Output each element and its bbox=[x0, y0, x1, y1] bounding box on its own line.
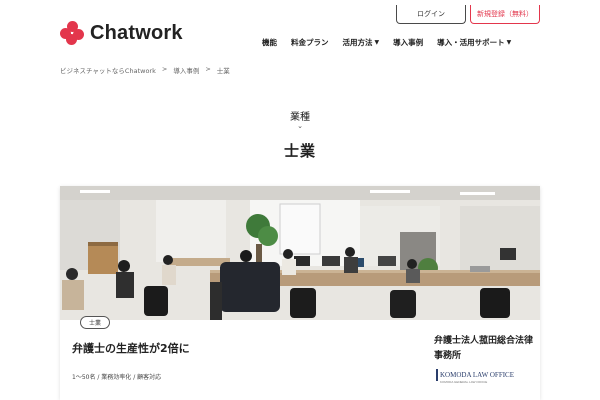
nav-item-support[interactable]: 導入・活用サポート ▼ bbox=[437, 37, 511, 48]
chatwork-logo-icon bbox=[60, 21, 86, 45]
chatwork-logo[interactable]: Chatwork bbox=[60, 21, 183, 45]
company-logo-image: KOMODA LAW OFFICE KOMODA GENERAL LAW OFF… bbox=[436, 369, 514, 384]
main-nav: 機能 料金プラン 活用方法 ▼ 導入事例 導入・活用サポート ▼ bbox=[262, 37, 511, 48]
breadcrumb: ビジネスチャットならChatwork > 導入事例 > 士業 bbox=[60, 65, 230, 75]
chevron-down-icon: ▼ bbox=[506, 39, 512, 46]
nav-item-label: 活用方法 bbox=[342, 38, 373, 47]
nav-item-pricing[interactable]: 料金プラン bbox=[291, 37, 329, 48]
office-photo bbox=[60, 186, 540, 320]
industry-tag: 士業 bbox=[80, 316, 110, 329]
page-title: 士業 bbox=[283, 142, 316, 160]
company-logo-subtext: KOMODA GENERAL LAW OFFICE bbox=[440, 380, 487, 384]
case-meta: 1〜50名 / 業務効率化 / 顧客対応 bbox=[72, 374, 162, 381]
nav-item-case-studies[interactable]: 導入事例 bbox=[393, 37, 423, 48]
breadcrumb-separator: > bbox=[205, 65, 211, 73]
nav-item-label: 導入事例 bbox=[393, 38, 424, 47]
signup-button[interactable]: 新規登録（無料） bbox=[470, 5, 540, 24]
nav-item-label: 機能 bbox=[262, 38, 277, 47]
breadcrumb-separator: > bbox=[161, 65, 168, 73]
breadcrumb-item-home[interactable]: ビジネスチャットならChatwork bbox=[60, 65, 156, 75]
office-photo-image bbox=[60, 186, 540, 320]
nav-item-label: 導入・活用サポート bbox=[437, 38, 505, 47]
chevron-down-icon: ⌄ bbox=[297, 122, 303, 130]
case-title[interactable]: 弁護士の生産性が2倍に bbox=[72, 340, 190, 356]
nav-item-usage[interactable]: 活用方法 ▼ bbox=[343, 37, 380, 48]
login-button[interactable]: ログイン bbox=[396, 5, 466, 24]
site-header: Chatwork ログイン 新規登録（無料） 機能 料金プラン 活用方法 ▼ 導… bbox=[0, 0, 600, 60]
category-label: 業種 bbox=[290, 112, 310, 123]
company-logo-text: KOMODA LAW OFFICE bbox=[440, 371, 514, 379]
breadcrumb-item-current: 士業 bbox=[216, 67, 230, 75]
breadcrumb-item-case-studies[interactable]: 導入事例 bbox=[173, 65, 199, 75]
nav-item-features[interactable]: 機能 bbox=[262, 37, 277, 48]
logo-text: Chatwork bbox=[90, 21, 183, 44]
chevron-down-icon: ▼ bbox=[374, 39, 380, 46]
company-logo: KOMODA LAW OFFICE KOMODA GENERAL LAW OFF… bbox=[436, 367, 516, 385]
company-name: 弁護士法人菰田総合法律事務所 bbox=[434, 336, 534, 361]
case-study-card[interactable]: 士業 弁護士の生産性が2倍に 1〜50名 / 業務効率化 / 顧客対応 弁護士法… bbox=[60, 186, 540, 400]
nav-item-label: 料金プラン bbox=[291, 38, 329, 47]
